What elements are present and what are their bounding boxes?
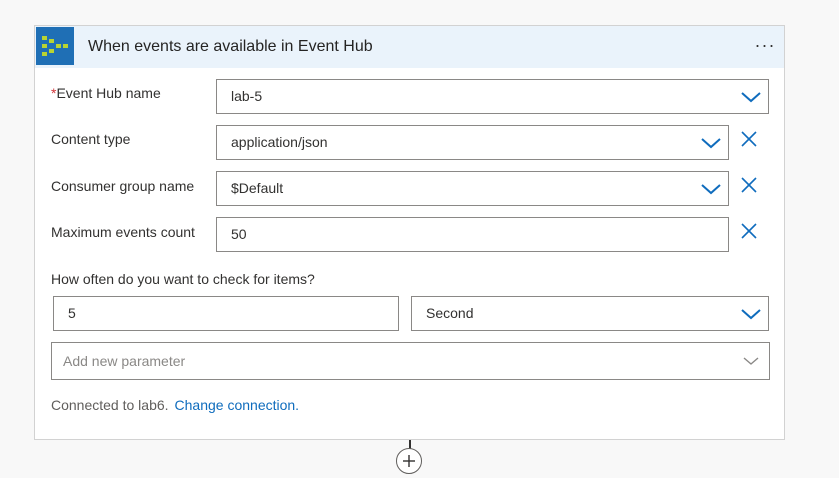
event-hub-name-label: *Event Hub name <box>51 85 161 101</box>
chevron-down-icon <box>741 309 761 320</box>
content-type-dropdown[interactable]: application/json <box>216 125 729 160</box>
recurrence-label: How often do you want to check for items… <box>51 271 315 287</box>
event-hub-name-dropdown[interactable]: lab-5 <box>216 79 769 114</box>
event-hub-name-label-text: Event Hub name <box>56 85 161 101</box>
interval-input[interactable]: 5 <box>53 296 399 331</box>
trigger-title: When events are available in Event Hub <box>88 38 373 55</box>
chevron-down-icon <box>743 357 759 365</box>
content-type-clear-icon[interactable] <box>738 128 760 150</box>
trigger-card: When events are available in Event Hub ·… <box>34 25 785 440</box>
consumer-group-clear-icon[interactable] <box>738 174 760 196</box>
chevron-down-icon <box>741 92 761 103</box>
interval-value: 5 <box>68 305 76 321</box>
content-type-value: application/json <box>231 134 328 150</box>
connection-text: Connected to lab6. <box>51 397 169 413</box>
connection-info: Connected to lab6. Change connection. <box>51 397 299 413</box>
consumer-group-value: $Default <box>231 180 284 196</box>
frequency-value: Second <box>426 305 474 321</box>
max-events-value: 50 <box>231 226 247 242</box>
plus-icon <box>403 455 415 467</box>
max-events-label: Maximum events count <box>51 224 195 240</box>
trigger-header[interactable]: When events are available in Event Hub ·… <box>35 26 784 68</box>
max-events-clear-icon[interactable] <box>738 220 760 242</box>
consumer-group-label: Consumer group name <box>51 178 195 194</box>
event-hub-icon <box>36 27 74 65</box>
event-hub-name-value: lab-5 <box>231 88 263 104</box>
chevron-down-icon <box>701 184 721 195</box>
content-type-label: Content type <box>51 131 131 147</box>
add-step-button[interactable] <box>396 448 422 474</box>
add-parameter-placeholder: Add new parameter <box>63 353 186 369</box>
consumer-group-dropdown[interactable]: $Default <box>216 171 729 206</box>
frequency-dropdown[interactable]: Second <box>411 296 769 331</box>
ellipsis-icon[interactable]: ··· <box>753 35 777 59</box>
max-events-input[interactable]: 50 <box>216 217 729 252</box>
add-parameter-dropdown[interactable]: Add new parameter <box>51 342 770 380</box>
change-connection-link[interactable]: Change connection. <box>175 397 300 413</box>
chevron-down-icon <box>701 138 721 149</box>
